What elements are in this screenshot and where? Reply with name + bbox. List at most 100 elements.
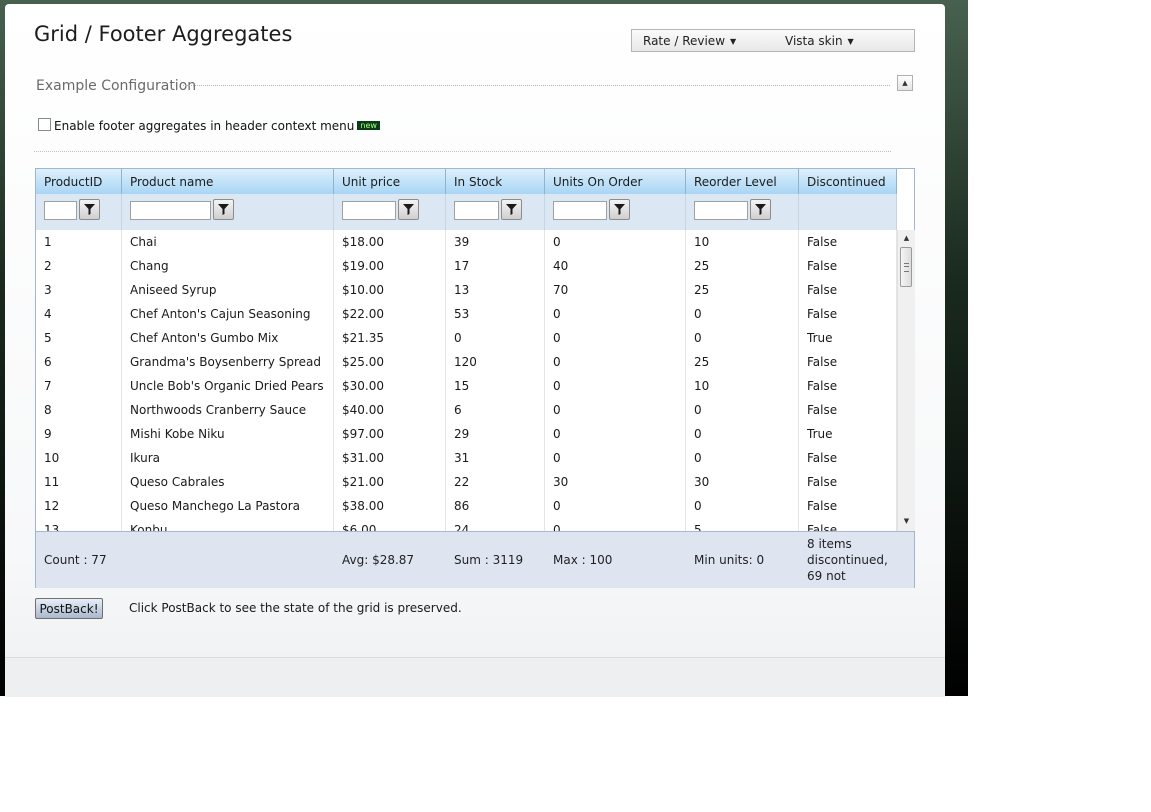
checkbox-label-text: Enable footer aggregates in header conte…: [54, 119, 355, 133]
cell-discontinued: False: [799, 470, 897, 494]
cell-product-name: Konbu: [122, 518, 334, 531]
table-row[interactable]: 3 Aniseed Syrup $10.00 13 70 25 False: [36, 278, 897, 302]
cell-unit-price: $30.00: [334, 374, 446, 398]
scroll-thumb[interactable]: [900, 247, 912, 287]
column-header-product-id[interactable]: ProductID: [36, 169, 122, 194]
cell-unit-price: $97.00: [334, 422, 446, 446]
cell-discontinued: False: [799, 302, 897, 326]
table-row[interactable]: 12 Queso Manchego La Pastora $38.00 86 0 0 Fal…: [36, 494, 897, 518]
cell-product-name: Chai: [122, 230, 334, 254]
collapse-toggle-button[interactable]: ▲: [897, 75, 913, 91]
skin-label: Vista skin: [785, 34, 843, 48]
cell-product-name: Uncle Bob's Organic Dried Pears: [122, 374, 334, 398]
scroll-down-icon[interactable]: ▼: [898, 514, 915, 528]
cell-units-on-order: 0: [545, 230, 686, 254]
table-row[interactable]: 13 Konbu $6.00 24 0 5 False: [36, 518, 897, 531]
cell-units-on-order: 0: [545, 518, 686, 531]
cell-in-stock: 39: [446, 230, 545, 254]
filter-button[interactable]: [609, 199, 630, 220]
cell-units-on-order: 0: [545, 350, 686, 374]
cell-discontinued: False: [799, 518, 897, 531]
cell-product-name: Queso Cabrales: [122, 470, 334, 494]
filter-button[interactable]: [750, 199, 771, 220]
cell-product-id: 13: [36, 518, 122, 531]
filter-icon: [506, 204, 517, 215]
rate-review-menu[interactable]: Rate / Review ▼: [643, 34, 736, 48]
skin-selector[interactable]: Vista skin ▼: [785, 34, 854, 48]
cell-unit-price: $21.35: [334, 326, 446, 350]
filter-icon: [403, 204, 414, 215]
filter-input-product-id[interactable]: [44, 201, 77, 220]
table-row[interactable]: 2 Chang $19.00 17 40 25 False: [36, 254, 897, 278]
filter-cell-in-stock: [446, 194, 545, 230]
cell-discontinued: False: [799, 446, 897, 470]
filter-input-product-name[interactable]: [130, 201, 211, 220]
filter-cell-product-name: [122, 194, 334, 230]
table-row[interactable]: 8 Northwoods Cranberry Sauce $40.00 6 0 0 Fals…: [36, 398, 897, 422]
cell-product-id: 6: [36, 350, 122, 374]
filter-cell-discontinued: [799, 194, 897, 230]
table-row[interactable]: 1 Chai $18.00 39 0 10 False: [36, 230, 897, 254]
cell-reorder-level: 0: [686, 494, 799, 518]
cell-reorder-level: 25: [686, 278, 799, 302]
table-row[interactable]: 10 Ikura $31.00 31 0 0 False: [36, 446, 897, 470]
cell-product-id: 8: [36, 398, 122, 422]
filter-icon: [755, 204, 766, 215]
filter-input-unit-price[interactable]: [342, 201, 396, 220]
footer-aggregate-in-stock: Sum : 3119: [454, 553, 524, 567]
cell-discontinued: False: [799, 254, 897, 278]
postback-note: Click PostBack to see the state of the g…: [129, 601, 462, 615]
column-header-product-name[interactable]: Product name: [122, 169, 334, 194]
grid-footer-row: Count : 77 Avg: $28.87 Sum : 3119 Max : 100…: [36, 531, 914, 588]
table-row[interactable]: 9 Mishi Kobe Niku $97.00 29 0 0 True: [36, 422, 897, 446]
column-header-in-stock[interactable]: In Stock: [446, 169, 545, 194]
table-row[interactable]: 7 Uncle Bob's Organic Dried Pears $30.00 15…: [36, 374, 897, 398]
table-row[interactable]: 6 Grandma's Boysenberry Spread $25.00 120 0 2…: [36, 350, 897, 374]
cell-in-stock: 22: [446, 470, 545, 494]
filter-button[interactable]: [213, 199, 234, 220]
cell-reorder-level: 0: [686, 302, 799, 326]
new-badge: new: [357, 121, 380, 130]
filter-button[interactable]: [398, 199, 419, 220]
table-row[interactable]: 5 Chef Anton's Gumbo Mix $21.35 0 0 0 True: [36, 326, 897, 350]
cell-product-name: Aniseed Syrup: [122, 278, 334, 302]
column-header-units-on-order[interactable]: Units On Order: [545, 169, 686, 194]
cell-discontinued: False: [799, 374, 897, 398]
column-header-reorder-level[interactable]: Reorder Level: [686, 169, 799, 194]
cell-reorder-level: 0: [686, 398, 799, 422]
table-row[interactable]: 11 Queso Cabrales $21.00 22 30 30 False: [36, 470, 897, 494]
cell-units-on-order: 0: [545, 446, 686, 470]
cell-product-id: 1: [36, 230, 122, 254]
scroll-up-icon[interactable]: ▲: [898, 231, 915, 245]
cell-product-id: 12: [36, 494, 122, 518]
cell-product-name: Queso Manchego La Pastora: [122, 494, 334, 518]
cell-units-on-order: 70: [545, 278, 686, 302]
filter-input-in-stock[interactable]: [454, 201, 499, 220]
cell-product-name: Northwoods Cranberry Sauce: [122, 398, 334, 422]
cell-product-name: Ikura: [122, 446, 334, 470]
grid-vertical-scrollbar[interactable]: ▲ ▼: [897, 230, 915, 531]
column-header-unit-price[interactable]: Unit price: [334, 169, 446, 194]
filter-input-units-on-order[interactable]: [553, 201, 607, 220]
cell-unit-price: $38.00: [334, 494, 446, 518]
filter-button[interactable]: [79, 199, 100, 220]
footer-aggregate-product-name: [122, 532, 334, 588]
cell-product-id: 11: [36, 470, 122, 494]
cell-product-id: 5: [36, 326, 122, 350]
filter-icon: [218, 204, 229, 215]
cell-in-stock: 24: [446, 518, 545, 531]
cell-units-on-order: 40: [545, 254, 686, 278]
filter-input-reorder-level[interactable]: [694, 201, 748, 220]
cell-unit-price: $18.00: [334, 230, 446, 254]
footer-aggregates-checkbox[interactable]: [38, 118, 51, 131]
cell-product-name: Chef Anton's Cajun Seasoning: [122, 302, 334, 326]
footer-aggregate-unit-price: Avg: $28.87: [342, 553, 415, 567]
cell-product-name: Mishi Kobe Niku: [122, 422, 334, 446]
table-row[interactable]: 4 Chef Anton's Cajun Seasoning $22.00 53 0 0 F…: [36, 302, 897, 326]
cell-in-stock: 15: [446, 374, 545, 398]
column-header-discontinued[interactable]: Discontinued: [799, 169, 897, 194]
postback-button[interactable]: PostBack!: [35, 598, 103, 619]
filter-button[interactable]: [501, 199, 522, 220]
cell-product-name: Grandma's Boysenberry Spread: [122, 350, 334, 374]
cell-product-id: 2: [36, 254, 122, 278]
